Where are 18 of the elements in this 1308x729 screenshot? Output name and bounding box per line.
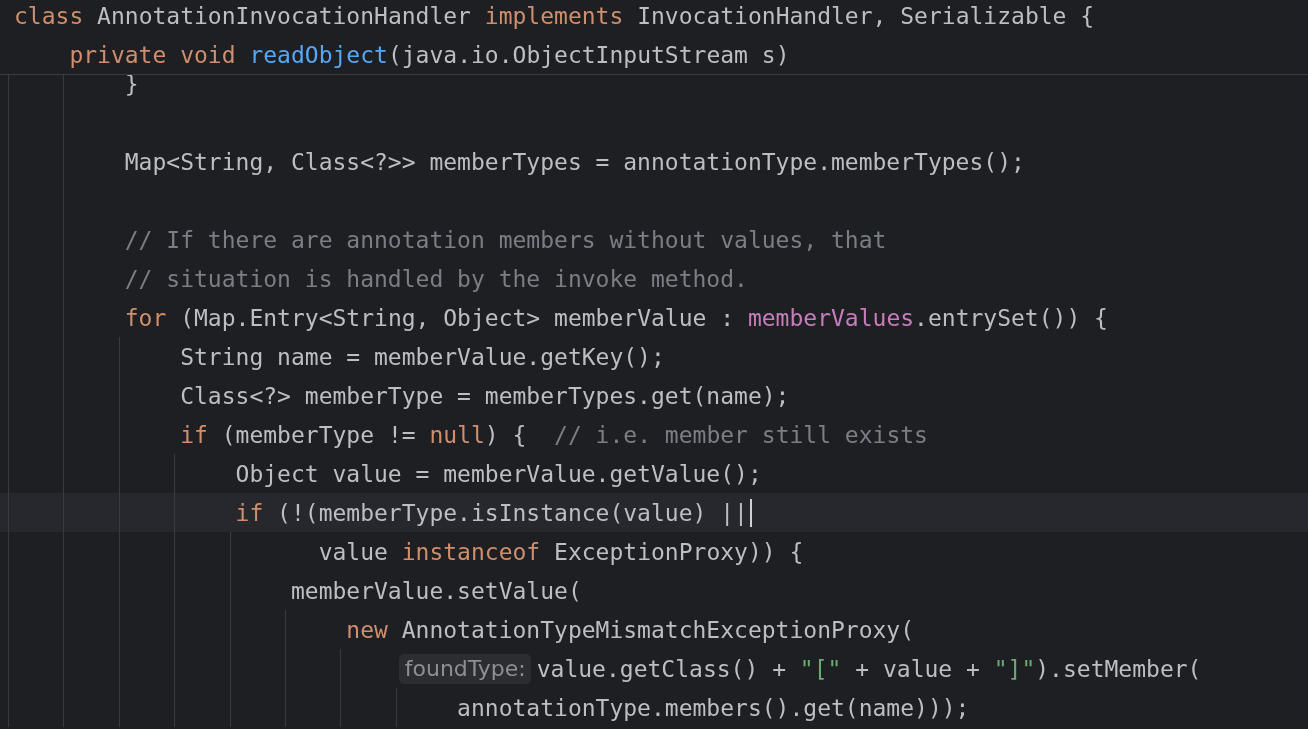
code-line: value instanceof ExceptionProxy)) { (317, 537, 804, 567)
code-line: if (!(memberType.isInstance(value) || (234, 498, 748, 528)
code-line: Class<?> memberType = memberTypes.get(name); (179, 381, 790, 411)
inlay-hint: foundType: (398, 653, 531, 684)
code-line: new AnnotationTypeMismatchExceptionProxy( (345, 615, 915, 645)
code-line: if (memberType != null) { // i.e. member still exists (179, 420, 928, 450)
code-line: class AnnotationInvocationHandler implements InvocationHandler, Serializable { (14, 1, 1095, 31)
text-cursor (749, 498, 752, 527)
code-line: // If there are annotation members without values, that (123, 225, 887, 255)
code-line: value.getClass() + "[" + value + "]").setMember( (536, 654, 1202, 684)
code-line: for (Map.Entry<String, Object> memberValue : memberValues.entrySet()) { (123, 303, 1108, 333)
code-line: // situation is handled by the invoke method. (123, 264, 748, 294)
code-line: Map<String, Class<?>> memberTypes = annotationType.memberTypes(); (123, 147, 1025, 177)
code-line: annotationType.members().get(name))); (456, 693, 970, 723)
code-line: private void readObject(java.io.ObjectInputStream s) (68, 40, 790, 70)
code-line: Object value = memberValue.getValue(); (234, 459, 762, 489)
code-line: memberValue.setValue( (289, 576, 582, 606)
code-line: String name = memberValue.getKey(); (179, 342, 665, 372)
